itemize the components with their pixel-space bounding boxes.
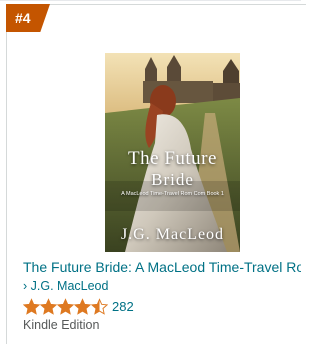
cover-title-line1: The Future [128, 148, 217, 169]
cover-title-line2: Bride [151, 170, 194, 189]
author-link[interactable]: › J.G. MacLeod [23, 279, 108, 293]
review-count-link[interactable]: 282 [112, 299, 134, 314]
cover-series-line: A MacLeod Time-Travel Rom Com Book 1 [121, 191, 224, 197]
book-cover-image[interactable]: The Future Bride A MacLeod Time-Travel R… [105, 53, 240, 252]
star-icon [57, 297, 74, 315]
rating-row: 282 [23, 297, 134, 315]
cover-author: J.G. MacLeod [120, 226, 225, 243]
star-rating[interactable] [23, 297, 108, 315]
section-divider [0, 0, 301, 1]
product-title-link[interactable]: The Future Bride: A MacLeod Time-Travel … [23, 259, 301, 275]
star-icon [23, 297, 40, 315]
star-icon [74, 297, 91, 315]
star-icon [40, 297, 57, 315]
half-star-icon [91, 297, 108, 315]
